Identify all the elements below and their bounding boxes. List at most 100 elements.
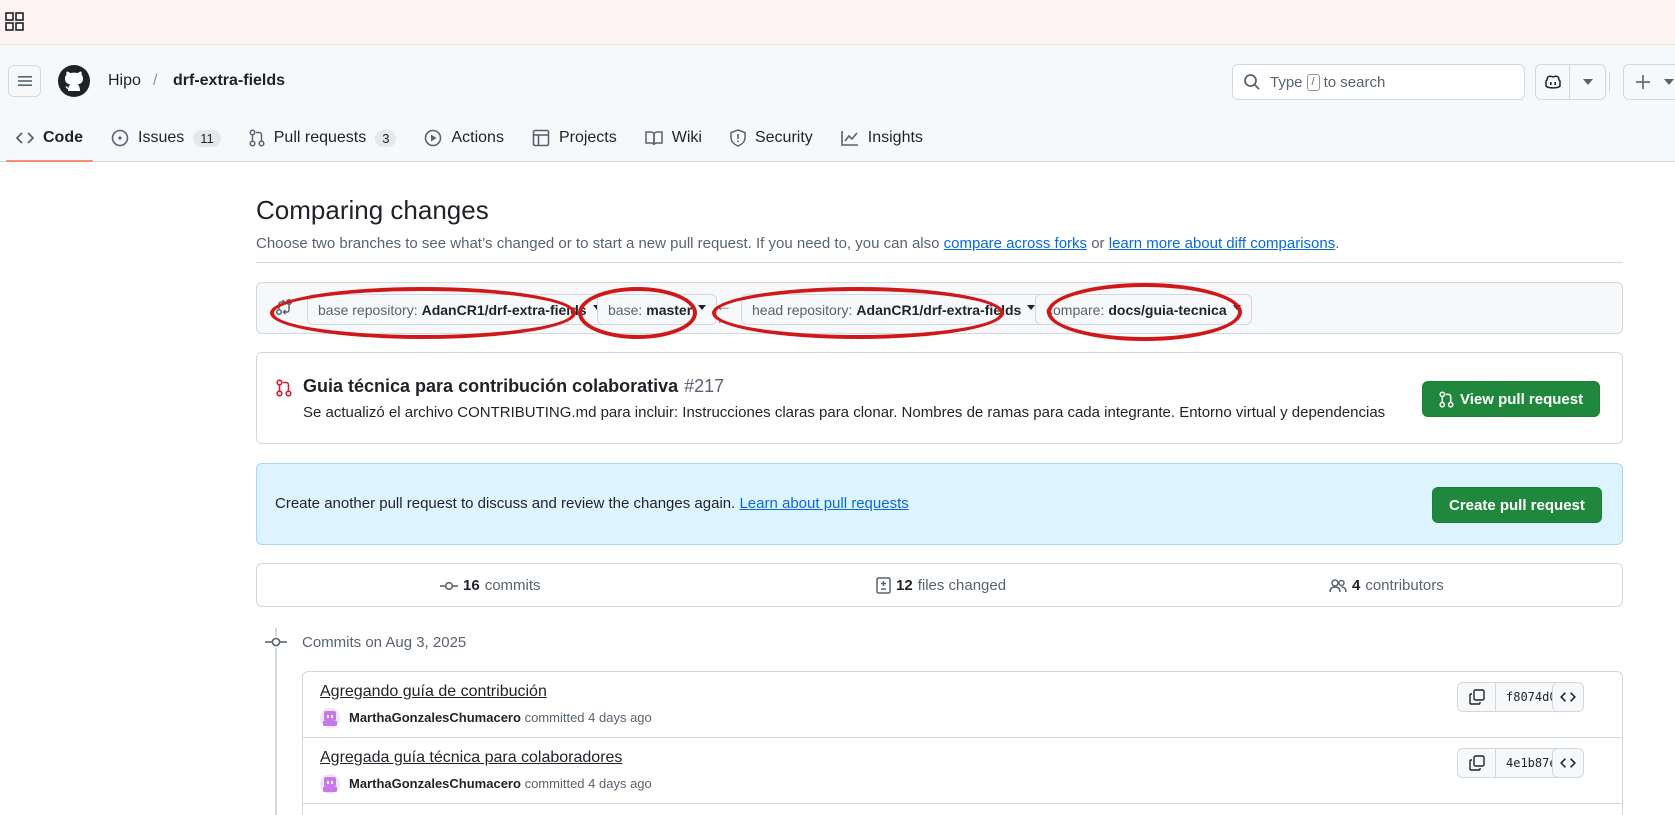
tab-label: Insights [867, 129, 923, 146]
divider [256, 262, 1623, 263]
tab-wiki[interactable]: Wiki [635, 115, 712, 161]
git-pull-request-icon [1439, 390, 1454, 408]
tab-code[interactable]: Code [6, 115, 93, 162]
triangle-down-icon [1582, 79, 1593, 85]
timeline-line [275, 628, 277, 815]
issue-opened-icon [111, 129, 129, 147]
search-suffix: to search [1323, 73, 1386, 91]
commit-action: committed [524, 776, 585, 791]
git-pull-request-icon [249, 129, 265, 147]
compare-subtitle: Choose two branches to see what’s change… [256, 235, 1339, 252]
avatar[interactable] [320, 774, 340, 794]
tab-pull-requests[interactable]: Pull requests 3 [239, 115, 407, 161]
shield-icon [730, 129, 746, 147]
search-input[interactable]: Type / to search [1232, 64, 1525, 100]
header-divider [1609, 72, 1610, 92]
copy-icon [1468, 689, 1485, 705]
issues-counter: 11 [193, 129, 221, 147]
search-shortcut-key: / [1306, 73, 1320, 91]
breadcrumb-separator: / [153, 72, 158, 89]
copilot-button-group [1535, 64, 1606, 100]
copilot-button[interactable] [1536, 65, 1570, 99]
range-dots: ... [718, 311, 729, 326]
browse-repository-button[interactable] [1552, 748, 1584, 778]
tab-actions[interactable]: Actions [414, 115, 513, 161]
learn-pull-requests-link[interactable]: Learn about pull requests [739, 495, 908, 512]
plus-icon [1636, 75, 1650, 89]
tab-security[interactable]: Security [720, 115, 823, 161]
compare-stats: 16 commits 12 files changed 4 contributors [256, 563, 1623, 607]
copilot-dropdown[interactable] [1570, 65, 1605, 99]
commit-action: committed [524, 710, 585, 725]
breadcrumb-repo[interactable]: drf-extra-fields [173, 72, 285, 90]
graph-icon [840, 131, 858, 146]
apps-grid-icon[interactable] [5, 12, 25, 32]
pull-request-title: Guia técnica para contribución colaborat… [303, 376, 724, 397]
commits-count: 16 [463, 577, 480, 594]
search-icon [1244, 74, 1260, 90]
tab-label: Security [754, 129, 813, 146]
copy-sha-button[interactable] [1458, 749, 1496, 777]
commit-list: Agregando guía de contribución MarthaGon… [302, 671, 1623, 815]
base-repository-value: AdanCR1/drf-extra-fields [421, 301, 587, 318]
tab-insights[interactable]: Insights [831, 115, 933, 161]
page-title: Comparing changes [256, 195, 489, 225]
breadcrumb-owner[interactable]: Hipo [108, 72, 141, 90]
contributors-tab[interactable]: 4 contributors [1329, 577, 1444, 594]
learn-diff-link[interactable]: learn more about diff comparisons [1109, 235, 1336, 252]
commits-tab[interactable]: 16 commits [440, 577, 541, 594]
files-changed-tab[interactable]: 12 files changed [876, 577, 1006, 594]
code-icon [16, 132, 34, 144]
base-branch-select[interactable]: base: master [597, 294, 718, 325]
base-repository-label: base repository: [318, 301, 418, 318]
view-pull-request-button[interactable]: View pull request [1422, 381, 1601, 417]
commit-message-link[interactable]: Agregando guía de contribución [320, 683, 547, 701]
create-new-button[interactable] [1623, 64, 1675, 100]
commit-author[interactable]: MarthaGonzalesChumacero [349, 776, 521, 791]
avatar[interactable] [320, 708, 340, 728]
git-commit-icon [440, 581, 458, 590]
tab-label: Actions [451, 129, 504, 146]
commit-author[interactable]: MarthaGonzalesChumacero [349, 710, 521, 725]
book-icon [645, 131, 663, 146]
create-pull-request-button[interactable]: Create pull request [1432, 487, 1602, 523]
hamburger-icon [17, 76, 32, 86]
pull-request-description: Se actualizó el archivo CONTRIBUTING.md … [303, 404, 1386, 421]
compare-branch-select[interactable]: compare: docs/guia-tecnica [1035, 294, 1252, 325]
banner-text: Create another pull request to discuss a… [275, 495, 909, 512]
github-logo-icon[interactable] [57, 64, 91, 98]
tab-label: Issues [138, 129, 185, 146]
commit-meta: MarthaGonzalesChumacero committed 4 days… [349, 710, 652, 725]
base-branch-value: master [646, 301, 693, 318]
subtitle-text: Choose two branches to see what’s change… [256, 235, 944, 252]
head-repository-value: AdanCR1/drf-extra-fields [856, 301, 1022, 318]
commit-message-link[interactable]: Agregada guía técnica para colaboradores [320, 749, 622, 767]
identicon-icon [323, 711, 337, 726]
triangle-down-icon [698, 305, 707, 310]
create-pr-banner: Create another pull request to discuss a… [256, 463, 1623, 545]
git-compare-icon [275, 298, 293, 316]
pull-request-title-link[interactable]: Guia técnica para contribución colaborat… [303, 376, 678, 396]
copy-sha-button[interactable] [1458, 683, 1496, 711]
commits-date-heading: Commits on Aug 3, 2025 [302, 634, 467, 651]
tab-projects[interactable]: Projects [522, 115, 627, 161]
tab-label: Projects [558, 129, 617, 146]
existing-pull-request: Guia técnica para contribución colaborat… [256, 352, 1623, 444]
repo-header: Hipo / drf-extra-fields Type / to search… [0, 45, 1675, 162]
people-icon [1329, 578, 1347, 592]
base-branch-label: base: [608, 301, 643, 318]
compare-forks-link[interactable]: compare across forks [944, 235, 1087, 252]
commit-time: 4 days ago [588, 710, 652, 725]
copy-icon [1468, 755, 1485, 771]
global-menu-button[interactable] [8, 65, 41, 97]
head-repository-select[interactable]: head repository: AdanCR1/drf-extra-fields [741, 294, 1047, 325]
code-icon [1560, 692, 1576, 702]
play-icon [425, 129, 442, 147]
base-repository-select[interactable]: base repository: AdanCR1/drf-extra-fields [307, 294, 612, 325]
files-label: files changed [917, 577, 1007, 594]
browse-repository-button[interactable] [1552, 682, 1584, 712]
banner-message: Create another pull request to discuss a… [275, 495, 740, 512]
tab-issues[interactable]: Issues 11 [101, 115, 231, 161]
pull-request-number[interactable]: #217 [684, 376, 724, 396]
git-pull-request-icon [276, 379, 292, 397]
